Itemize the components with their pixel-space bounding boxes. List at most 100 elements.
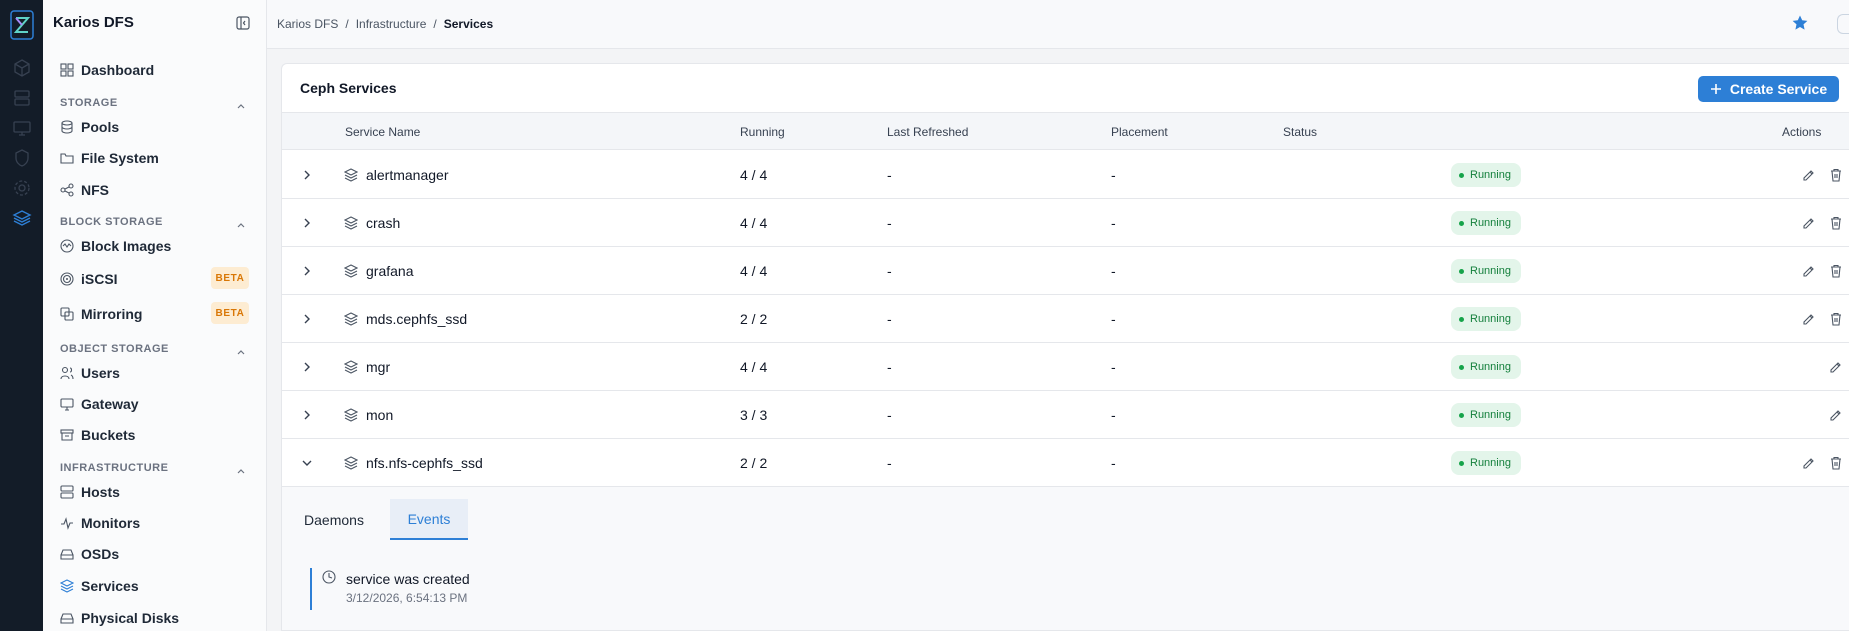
sidebar-item-users[interactable]: Users bbox=[60, 361, 120, 385]
gear-icon[interactable] bbox=[12, 178, 32, 198]
sidebar-item-pools[interactable]: Pools bbox=[60, 115, 119, 139]
table-row-1[interactable]: crash 4 / 4 - - Running bbox=[282, 199, 1849, 247]
services-card: Ceph Services Create Service Service Nam… bbox=[281, 63, 1849, 631]
edit-icon[interactable] bbox=[1802, 312, 1816, 326]
sidebar-item-gateway[interactable]: Gateway bbox=[60, 392, 139, 416]
chevron-up-icon[interactable] bbox=[236, 463, 246, 474]
chevron-up-icon[interactable] bbox=[236, 217, 246, 228]
placement: - bbox=[1111, 215, 1116, 231]
breadcrumb-current: Services bbox=[443, 17, 494, 31]
last-refreshed: - bbox=[887, 215, 892, 231]
star-icon[interactable] bbox=[1791, 14, 1809, 32]
app-title: Karios DFS bbox=[53, 14, 134, 31]
sidebar-item-label: OSDs bbox=[81, 546, 120, 562]
cube-icon[interactable] bbox=[12, 58, 32, 78]
table-row-6[interactable]: nfs.nfs-cephfs_ssd 2 / 2 - - Running bbox=[282, 439, 1849, 487]
header-placement[interactable]: Placement bbox=[1111, 125, 1168, 139]
sidebar-item-iscsi[interactable]: iSCSI bbox=[60, 267, 118, 291]
create-service-button[interactable]: Create Service bbox=[1698, 76, 1839, 102]
status-badge: Running bbox=[1451, 211, 1521, 235]
table-row-5[interactable]: mon 3 / 3 - - Running bbox=[282, 391, 1849, 439]
sidebar-item-label: Mirroring bbox=[81, 306, 143, 322]
help-button[interactable] bbox=[1837, 14, 1849, 34]
breadcrumb-parent[interactable]: Infrastructure bbox=[356, 17, 427, 31]
chevron-right-icon[interactable] bbox=[300, 264, 314, 278]
sidebar-item-mirroring[interactable]: Mirroring bbox=[60, 302, 142, 326]
edit-icon[interactable] bbox=[1829, 360, 1843, 374]
table-row-2[interactable]: grafana 4 / 4 - - Running bbox=[282, 247, 1849, 295]
layers-icon bbox=[344, 216, 358, 230]
chevron-up-icon[interactable] bbox=[236, 98, 246, 109]
section-storage: STORAGE bbox=[60, 97, 118, 109]
trash-icon[interactable] bbox=[1829, 168, 1843, 182]
sidebar-item-hosts[interactable]: Hosts bbox=[60, 480, 120, 504]
monitor-icon[interactable] bbox=[12, 118, 32, 138]
table-row-4[interactable]: mgr 4 / 4 - - Running bbox=[282, 343, 1849, 391]
service-name: grafana bbox=[366, 263, 414, 279]
sidebar-collapse-icon[interactable] bbox=[236, 16, 250, 30]
status-badge: Running bbox=[1451, 451, 1521, 475]
tab-events[interactable]: Events bbox=[390, 499, 468, 540]
chevron-right-icon[interactable] bbox=[300, 360, 314, 374]
table-row-0[interactable]: alertmanager 4 / 4 - - Running bbox=[282, 151, 1849, 199]
server-icon[interactable] bbox=[12, 88, 32, 108]
edit-icon[interactable] bbox=[1802, 264, 1816, 278]
chevron-right-icon[interactable] bbox=[300, 168, 314, 182]
sidebar-item-block-images[interactable]: Block Images bbox=[60, 234, 171, 258]
running-count: 4 / 4 bbox=[740, 215, 768, 231]
table-row-3[interactable]: mds.cephfs_ssd 2 / 2 - - Running bbox=[282, 295, 1849, 343]
folder-icon bbox=[60, 153, 74, 164]
server-icon bbox=[60, 485, 74, 499]
archive-icon bbox=[60, 429, 74, 441]
chevron-right-icon[interactable] bbox=[300, 216, 314, 230]
trash-icon[interactable] bbox=[1829, 264, 1843, 278]
service-detail-panel: Daemons Events service was created 3/12/… bbox=[282, 487, 1849, 630]
sidebar-item-file-system[interactable]: File System bbox=[60, 146, 159, 170]
section-infrastructure: INFRASTRUCTURE bbox=[60, 462, 169, 474]
chevron-right-icon[interactable] bbox=[300, 408, 314, 422]
chevron-up-icon[interactable] bbox=[236, 344, 246, 355]
edit-icon[interactable] bbox=[1829, 408, 1843, 422]
plus-icon bbox=[1710, 84, 1721, 94]
status-dot bbox=[1459, 268, 1464, 274]
breadcrumb: Karios DFS / Infrastructure / Services bbox=[277, 17, 493, 31]
edit-icon[interactable] bbox=[1802, 456, 1816, 470]
edit-icon[interactable] bbox=[1802, 216, 1816, 230]
header-actions: Actions bbox=[1782, 125, 1822, 139]
section-block-storage: BLOCK STORAGE bbox=[60, 216, 163, 228]
trash-icon[interactable] bbox=[1829, 216, 1843, 230]
trash-icon[interactable] bbox=[1829, 456, 1843, 470]
service-name: nfs.nfs-cephfs_ssd bbox=[366, 455, 483, 471]
shield-icon[interactable] bbox=[12, 148, 32, 168]
trash-icon[interactable] bbox=[1829, 312, 1843, 326]
header-status[interactable]: Status bbox=[1283, 125, 1317, 139]
sidebar-item-osds[interactable]: OSDs bbox=[60, 542, 119, 566]
sidebar-item-physical-disks[interactable]: Physical Disks bbox=[60, 606, 179, 630]
breadcrumb-root[interactable]: Karios DFS bbox=[277, 17, 338, 31]
event-timestamp: 3/12/2026, 6:54:13 PM bbox=[346, 591, 468, 605]
placement: - bbox=[1111, 455, 1116, 471]
sidebar-item-dashboard[interactable]: Dashboard bbox=[60, 58, 154, 82]
header-last-refreshed[interactable]: Last Refreshed bbox=[887, 125, 968, 139]
chevron-right-icon[interactable] bbox=[300, 312, 314, 326]
header-running[interactable]: Running bbox=[740, 125, 785, 139]
layers-icon bbox=[344, 360, 358, 374]
status-text: Running bbox=[1470, 457, 1511, 469]
logo-icon[interactable] bbox=[10, 10, 34, 40]
header-service-name[interactable]: Service Name bbox=[345, 125, 420, 139]
layers-icon[interactable] bbox=[12, 208, 32, 228]
status-text: Running bbox=[1470, 361, 1511, 373]
edit-icon[interactable] bbox=[1802, 168, 1816, 182]
sidebar-item-buckets[interactable]: Buckets bbox=[60, 423, 135, 447]
breadcrumb-separator: / bbox=[345, 17, 349, 31]
status-text: Running bbox=[1470, 265, 1511, 277]
sidebar-item-monitors[interactable]: Monitors bbox=[60, 511, 140, 535]
table-header: Service Name Running Last Refreshed Plac… bbox=[282, 112, 1849, 150]
activity-icon bbox=[61, 517, 73, 530]
sidebar-item-services[interactable]: Services bbox=[60, 574, 139, 598]
tab-daemons[interactable]: Daemons bbox=[296, 499, 372, 540]
status-dot bbox=[1459, 172, 1464, 178]
last-refreshed: - bbox=[887, 407, 892, 423]
chevron-down-icon[interactable] bbox=[300, 456, 314, 470]
sidebar-item-nfs[interactable]: NFS bbox=[60, 178, 109, 202]
